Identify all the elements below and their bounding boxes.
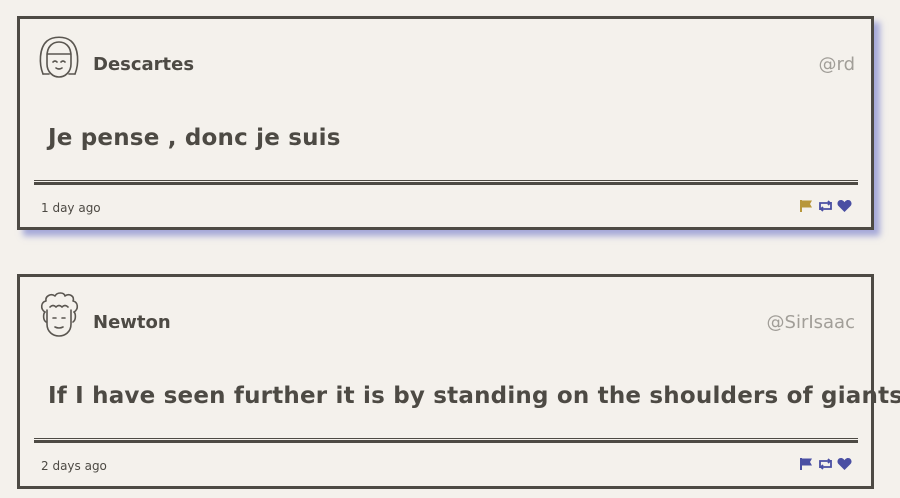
tweet-header: Descartes @rd xyxy=(20,19,871,99)
tweet-message: Je pense , donc je suis xyxy=(48,125,341,151)
timestamp: 1 day ago xyxy=(41,201,101,215)
divider xyxy=(34,180,858,185)
timestamp: 2 days ago xyxy=(41,459,107,473)
author-name[interactable]: Descartes xyxy=(93,54,194,75)
heart-icon[interactable] xyxy=(837,199,852,213)
heart-icon[interactable] xyxy=(837,457,852,471)
author-handle[interactable]: @SirIsaac xyxy=(767,312,855,333)
flag-icon[interactable] xyxy=(800,457,814,471)
curly-hair-face-icon xyxy=(40,292,79,337)
tweet-card: Newton @SirIsaac If I have seen further … xyxy=(17,274,900,489)
woman-face-icon xyxy=(39,36,79,78)
tweet-actions xyxy=(800,199,852,213)
tweet-actions xyxy=(800,457,852,471)
tweet-message: If I have seen further it is by standing… xyxy=(48,383,900,409)
flag-icon[interactable] xyxy=(800,199,814,213)
author-name[interactable]: Newton xyxy=(93,312,171,333)
author-handle[interactable]: @rd xyxy=(818,54,855,75)
tweet-header: Newton @SirIsaac xyxy=(20,277,871,357)
retweet-icon[interactable] xyxy=(817,457,834,471)
retweet-icon[interactable] xyxy=(817,199,834,213)
tweet-card: Descartes @rd Je pense , donc je suis 1 … xyxy=(17,16,874,230)
divider xyxy=(34,438,858,443)
